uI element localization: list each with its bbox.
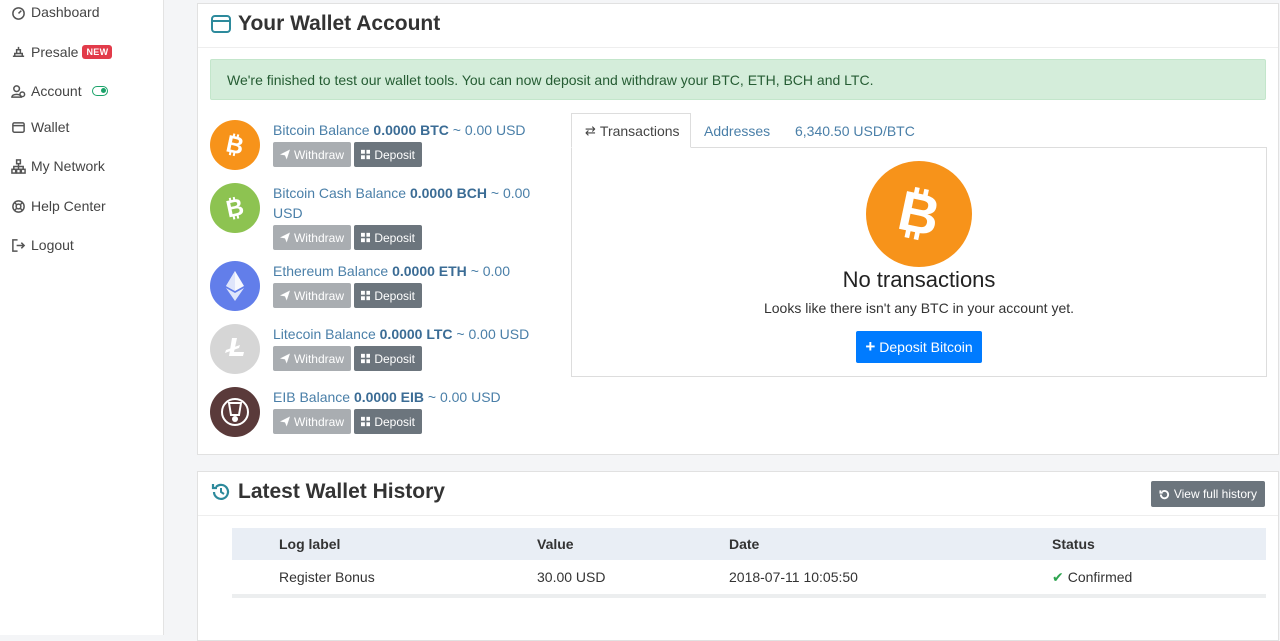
- wallet-icon: [10, 119, 26, 135]
- wallet-tabs: ⇄ Transactions Addresses 6,340.50 USD/BT…: [571, 113, 1267, 157]
- history-title: Latest Wallet History: [210, 480, 445, 504]
- qrcode-icon: [361, 353, 371, 364]
- sidebar: Dashboard Presale NEW Account Wallet My …: [0, 0, 164, 635]
- ethereum-logo-icon: [210, 261, 260, 311]
- sidebar-item-dashboard[interactable]: Dashboard: [10, 4, 100, 20]
- deposit-button[interactable]: Deposit: [354, 409, 422, 434]
- tab-addresses[interactable]: Addresses: [691, 113, 783, 148]
- title-divider: [198, 515, 1278, 516]
- account-toggle[interactable]: [91, 86, 108, 96]
- info-alert: We're finished to test our wallet tools.…: [210, 59, 1266, 100]
- withdraw-button[interactable]: Withdraw: [273, 142, 351, 167]
- eib-logo-icon: [210, 387, 260, 437]
- bitcoin-logo-icon: B: [210, 120, 260, 170]
- wallet-panel: Your Wallet Account We're finished to te…: [197, 3, 1279, 455]
- sidebar-item-label: My Network: [31, 158, 105, 174]
- bitcoin-cash-logo-icon: B: [210, 183, 260, 233]
- history-icon: [211, 483, 230, 500]
- transactions-tab-content: B No transactions Looks like there isn't…: [571, 147, 1267, 377]
- network-icon: [10, 158, 26, 174]
- wallet-icon: [211, 15, 231, 33]
- sidebar-item-label: Account: [31, 83, 82, 99]
- send-icon: [280, 416, 290, 427]
- empty-message: Looks like there isn't any BTC in your a…: [763, 300, 1075, 316]
- column-header: Value: [537, 528, 729, 560]
- sidebar-item-label: Wallet: [31, 119, 70, 135]
- coin-balance: Litecoin Balance 0.0000 LTC ~ 0.00 USD: [273, 326, 530, 342]
- title-divider: [198, 47, 1278, 48]
- empty-heading: No transactions: [842, 267, 996, 292]
- withdraw-button[interactable]: Withdraw: [273, 283, 351, 308]
- plus-icon: +: [865, 337, 876, 356]
- litecoin-logo-icon: [210, 324, 260, 374]
- withdraw-button[interactable]: Withdraw: [273, 346, 351, 371]
- presale-icon: [10, 44, 26, 60]
- account-icon: [10, 83, 26, 99]
- coin-balance: Bitcoin Cash Balance 0.0000 BCH ~ 0.00 U…: [273, 185, 531, 221]
- exchange-icon: ⇄: [585, 122, 596, 138]
- qrcode-icon: [361, 416, 371, 427]
- withdraw-button[interactable]: Withdraw: [273, 409, 351, 434]
- cell-value: 30.00 USD: [537, 560, 729, 598]
- send-icon: [280, 232, 290, 243]
- deposit-button[interactable]: Deposit: [354, 346, 422, 371]
- sidebar-item-label: Help Center: [31, 198, 106, 214]
- logout-icon: [10, 237, 26, 253]
- cell-status: ✔ Confirmed: [1052, 560, 1266, 598]
- check-icon: ✔: [1052, 568, 1064, 585]
- qrcode-icon: [361, 290, 371, 301]
- new-badge: NEW: [82, 45, 113, 59]
- withdraw-button[interactable]: Withdraw: [273, 225, 351, 250]
- deposit-button[interactable]: Deposit: [354, 142, 422, 167]
- table-row: Register Bonus 30.00 USD 2018-07-11 10:0…: [232, 560, 1266, 598]
- history-panel: Latest Wallet History View full history …: [197, 471, 1279, 641]
- deposit-button[interactable]: Deposit: [354, 283, 422, 308]
- tab-transactions[interactable]: ⇄ Transactions: [571, 113, 691, 148]
- history-icon: [1159, 489, 1169, 499]
- dashboard-icon: [10, 4, 26, 20]
- qrcode-icon: [361, 149, 371, 160]
- help-icon: [10, 198, 26, 214]
- column-header: Date: [729, 528, 1052, 560]
- history-table: Log label Value Date Status Register Bon…: [232, 528, 1266, 598]
- cell-date: 2018-07-11 10:05:50: [729, 560, 1052, 598]
- wallet-title: Your Wallet Account: [210, 12, 440, 36]
- deposit-bitcoin-button[interactable]: + Deposit Bitcoin: [856, 331, 982, 363]
- sidebar-item-label: Logout: [31, 237, 74, 253]
- sidebar-item-presale[interactable]: Presale NEW: [10, 44, 113, 60]
- column-header: Status: [1052, 528, 1266, 560]
- bitcoin-logo-icon: B: [866, 161, 972, 267]
- column-header: Log label: [232, 528, 537, 560]
- sidebar-item-wallet[interactable]: Wallet: [10, 119, 69, 135]
- qrcode-icon: [361, 232, 371, 243]
- deposit-button[interactable]: Deposit: [354, 225, 422, 250]
- sidebar-item-label: Dashboard: [31, 4, 100, 20]
- coin-balance: Bitcoin Balance 0.0000 BTC ~ 0.00 USD: [273, 122, 526, 138]
- coin-balance: EIB Balance 0.0000 EIB ~ 0.00 USD: [273, 389, 501, 405]
- tab-btc-price[interactable]: 6,340.50 USD/BTC: [782, 113, 928, 148]
- send-icon: [280, 149, 290, 160]
- view-full-history-button[interactable]: View full history: [1150, 481, 1265, 507]
- sidebar-item-help-center[interactable]: Help Center: [10, 198, 106, 214]
- cell-log-label: Register Bonus: [232, 560, 537, 598]
- sidebar-item-label: Presale: [31, 44, 79, 60]
- send-icon: [280, 290, 290, 301]
- table-header-row: Log label Value Date Status: [232, 528, 1266, 560]
- sidebar-item-my-network[interactable]: My Network: [10, 158, 105, 174]
- sidebar-item-logout[interactable]: Logout: [10, 237, 74, 253]
- send-icon: [280, 353, 290, 364]
- sidebar-item-account[interactable]: Account: [10, 83, 108, 99]
